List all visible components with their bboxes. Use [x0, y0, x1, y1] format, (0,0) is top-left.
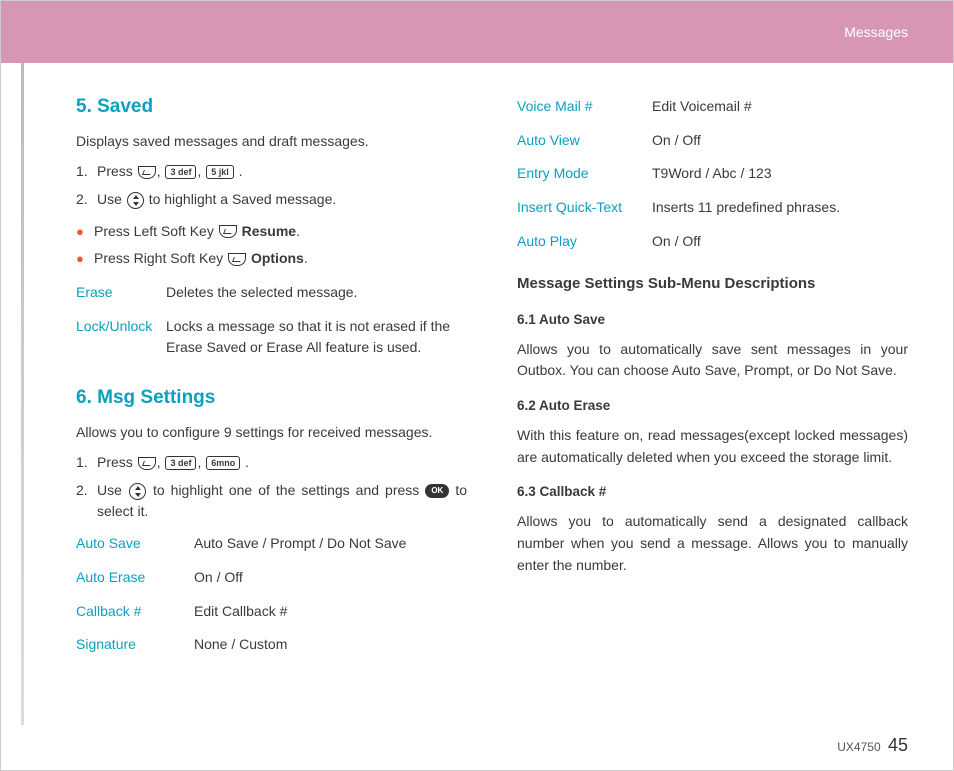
subsection-heading: Message Settings Sub-Menu Descriptions	[517, 272, 908, 295]
section-6-title: 6. Msg Settings	[76, 383, 467, 412]
entrymode-key: Entry Mode	[517, 163, 652, 185]
model-number: UX4750	[837, 740, 880, 754]
list-item: Press Right Soft Key Options.	[76, 248, 467, 270]
quicktext-val: Inserts 11 predefined phrases.	[652, 197, 908, 219]
nav-circle-icon	[127, 192, 144, 209]
section-5-bullets: Press Left Soft Key Resume. Press Right …	[76, 221, 467, 270]
section-5-options-table: Erase Deletes the selected message. Lock…	[76, 282, 467, 359]
left-column: 5. Saved Displays saved messages and dra…	[76, 88, 467, 664]
desc-61-head: 6.1 Auto Save	[517, 310, 908, 331]
section-6-settings-table: Auto Save Auto Save / Prompt / Do Not Sa…	[76, 533, 467, 656]
autosave-key: Auto Save	[76, 533, 194, 555]
section-6-intro: Allows you to configure 9 settings for r…	[76, 422, 467, 444]
autoview-key: Auto View	[517, 130, 652, 152]
autosave-val: Auto Save / Prompt / Do Not Save	[194, 533, 467, 555]
key-3-icon: 3 def	[165, 165, 196, 179]
list-item: 1. Press , 3 def, 5 jkl .	[76, 161, 467, 183]
list-item: 2. Use to highlight a Saved message.	[76, 189, 467, 211]
page-footer: UX4750 45	[837, 735, 908, 756]
nav-circle-icon	[129, 483, 146, 500]
resume-label: Resume	[242, 223, 296, 239]
section-5-title: 5. Saved	[76, 92, 467, 121]
right-column: Voice Mail # Edit Voicemail # Auto View …	[517, 88, 908, 664]
entrymode-val: T9Word / Abc / 123	[652, 163, 908, 185]
left-softkey-icon	[138, 457, 156, 470]
settings-cont-table: Voice Mail # Edit Voicemail # Auto View …	[517, 96, 908, 252]
page-number: 45	[888, 735, 908, 755]
erase-val: Deletes the selected message.	[166, 282, 467, 304]
autoplay-key: Auto Play	[517, 231, 652, 253]
signature-key: Signature	[76, 634, 194, 656]
header-bar: Messages	[1, 1, 953, 63]
key-5-icon: 5 jkl	[206, 165, 234, 179]
section-label: Messages	[844, 24, 908, 40]
signature-val: None / Custom	[194, 634, 467, 656]
options-label: Options	[251, 250, 304, 266]
autoerase-key: Auto Erase	[76, 567, 194, 589]
list-item: Press Left Soft Key Resume.	[76, 221, 467, 243]
autoplay-val: On / Off	[652, 231, 908, 253]
lock-key: Lock/Unlock	[76, 316, 166, 359]
right-softkey-icon	[228, 253, 246, 266]
erase-key: Erase	[76, 282, 166, 304]
section-5-steps: 1. Press , 3 def, 5 jkl . 2. Use to high…	[76, 161, 467, 210]
lock-val: Locks a message so that it is not erased…	[166, 316, 467, 359]
list-item: 2. Use to highlight one of the settings …	[76, 480, 467, 523]
left-softkey-icon	[219, 225, 237, 238]
list-item: 1. Press , 3 def, 6mno .	[76, 452, 467, 474]
desc-62-body: With this feature on, read messages(exce…	[517, 425, 908, 468]
content-columns: 5. Saved Displays saved messages and dra…	[1, 63, 953, 664]
section-6-steps: 1. Press , 3 def, 6mno . 2. Use to highl…	[76, 452, 467, 523]
desc-63-body: Allows you to automatically send a desig…	[517, 511, 908, 576]
callback-key: Callback #	[76, 601, 194, 623]
autoerase-val: On / Off	[194, 567, 467, 589]
desc-62-head: 6.2 Auto Erase	[517, 396, 908, 417]
ok-button-icon: OK	[425, 484, 449, 498]
key-6-icon: 6mno	[206, 456, 240, 470]
manual-page: Messages 5. Saved Displays saved message…	[0, 0, 954, 771]
autoview-val: On / Off	[652, 130, 908, 152]
desc-61-body: Allows you to automatically save sent me…	[517, 339, 908, 382]
voicemail-key: Voice Mail #	[517, 96, 652, 118]
key-3-icon: 3 def	[165, 456, 196, 470]
desc-63-head: 6.3 Callback #	[517, 482, 908, 503]
vertical-rule	[21, 63, 24, 725]
voicemail-val: Edit Voicemail #	[652, 96, 908, 118]
left-softkey-icon	[138, 166, 156, 179]
quicktext-key: Insert Quick-Text	[517, 197, 652, 219]
section-5-intro: Displays saved messages and draft messag…	[76, 131, 467, 153]
callback-val: Edit Callback #	[194, 601, 467, 623]
